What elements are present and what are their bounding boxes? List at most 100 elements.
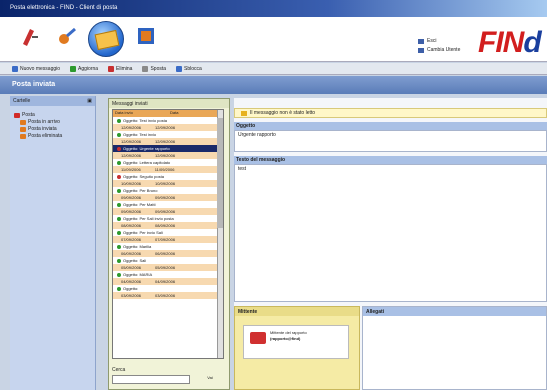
message-sent-date: 03/09/2006: [121, 293, 142, 298]
messages-header: Messaggi inviati: [109, 99, 229, 108]
message-subject: Oggetto:: [123, 286, 139, 291]
status-dot-icon: [117, 160, 121, 165]
status-dot-icon: [117, 174, 121, 179]
window-titlebar: Posta elettronica - FIND - Client di pos…: [0, 0, 547, 17]
tree-item-posta[interactable]: Posta: [14, 112, 91, 119]
film-icon[interactable]: [136, 25, 156, 47]
door-icon: [418, 39, 424, 44]
key-icon[interactable]: [55, 25, 79, 49]
folders-panel: Cartelle ▣ Posta Posta in arrivo Posta i…: [10, 96, 96, 390]
message-row[interactable]: Oggetto: Lettera capitolato: [113, 159, 223, 166]
menu-delete[interactable]: Elimina: [108, 65, 132, 72]
message-list[interactable]: Data invio Data Oggetto: Test invio post…: [112, 109, 224, 359]
message-date: 08/09/2006: [155, 223, 176, 228]
message-date-row[interactable]: 08/09/2006 08/09/2006: [113, 222, 223, 229]
tree-item-inbox[interactable]: Posta in arrivo: [14, 119, 91, 126]
body-field: test: [234, 164, 547, 302]
message-sent-date: 05/09/2006: [121, 265, 142, 270]
message-row[interactable]: Oggetto: Per Sali invio posta: [113, 215, 223, 222]
message-sent-date: 10/09/2006: [121, 181, 142, 186]
message-date-row[interactable]: 12/09/2006 12/09/2006: [113, 124, 223, 131]
message-date: 12/09/2006: [155, 125, 176, 130]
search-input[interactable]: [112, 375, 190, 384]
menu-new-message[interactable]: Nuovo messaggio: [12, 65, 60, 72]
list-scrollbar[interactable]: [217, 110, 223, 358]
status-dot-icon: [117, 244, 121, 249]
message-row[interactable]: Oggetto: Per invio Sali: [113, 229, 223, 236]
body-label: Testo del messaggio: [234, 156, 547, 164]
logout-link[interactable]: Esci: [418, 37, 460, 46]
message-date: 05/09/2006: [155, 265, 176, 270]
message-date: 11/09/2006: [154, 167, 175, 172]
message-date-row[interactable]: 09/09/2006 09/09/2006: [113, 208, 223, 215]
message-date: 10/09/2006: [155, 181, 176, 186]
message-date: 03/09/2006: [155, 293, 176, 298]
menu-unlock[interactable]: Sblocca: [176, 65, 202, 72]
message-date-row[interactable]: 12/09/2006 12/09/2006: [113, 138, 223, 145]
sender-panel: Mittente Mittente del rapporto (rapporto…: [234, 306, 360, 390]
delete-icon: [108, 65, 115, 72]
message-date-row[interactable]: 11/09/2006 11/09/2006: [113, 166, 223, 173]
message-date: 06/09/2006: [155, 251, 176, 256]
sender-label: Mittente: [235, 307, 359, 316]
folder-tree: Posta Posta in arrivo Posta inviata Post…: [10, 106, 95, 146]
folder-icon: [14, 113, 20, 118]
info-bar: Il messaggio non è stato letto: [234, 108, 547, 118]
message-row[interactable]: Oggetto: Per Bruno: [113, 187, 223, 194]
menu-refresh[interactable]: Aggiorna: [70, 65, 98, 72]
tree-item-sent[interactable]: Posta inviata: [14, 126, 91, 133]
compose-icon[interactable]: [20, 25, 42, 47]
message-date-row[interactable]: 12/09/2006 12/09/2006: [113, 152, 223, 159]
message-date: 12/09/2006: [155, 139, 176, 144]
message-sent-date: 11/09/2006: [121, 167, 141, 172]
status-dot-icon: [117, 286, 121, 291]
status-dot-icon: [117, 202, 121, 207]
message-row[interactable]: Oggetto: MARIA: [113, 271, 223, 278]
page-title: Posta inviata: [0, 76, 547, 94]
message-subject: Oggetto: Test invio posta: [123, 118, 167, 123]
message-row[interactable]: Oggetto: Urgente rapporto: [113, 145, 223, 152]
unlock-icon: [176, 65, 183, 72]
message-subject: Oggetto: Test invio: [123, 132, 157, 137]
message-sent-date: 12/09/2006: [121, 125, 142, 130]
message-date-row[interactable]: 03/09/2006 03/09/2006: [113, 292, 223, 299]
globe-mail-icon[interactable]: [88, 21, 124, 57]
message-date-row[interactable]: 06/09/2006 06/09/2006: [113, 250, 223, 257]
message-subject: Oggetto: Sali: [123, 258, 147, 263]
menu-move[interactable]: Sposta: [142, 65, 166, 72]
message-date: 04/09/2006: [155, 279, 176, 284]
status-dot-icon: [117, 230, 121, 235]
message-detail: Il messaggio non è stato letto Oggetto U…: [234, 98, 547, 390]
message-row[interactable]: Oggetto: Marilia: [113, 243, 223, 250]
message-date-row[interactable]: 04/09/2006 04/09/2006: [113, 278, 223, 285]
message-row[interactable]: Oggetto: Per Matti: [113, 201, 223, 208]
message-row[interactable]: Oggetto: Sali: [113, 257, 223, 264]
col-date[interactable]: Data: [168, 110, 223, 117]
switch-user-link[interactable]: Cambia Utente: [418, 46, 460, 55]
status-dot-icon: [117, 188, 121, 193]
message-date-row[interactable]: 09/09/2006 09/09/2006: [113, 194, 223, 201]
status-dot-icon: [117, 258, 121, 263]
tree-item-deleted[interactable]: Posta eliminata: [14, 133, 91, 140]
message-date-row[interactable]: 07/09/2006 07/09/2006: [113, 236, 223, 243]
message-date-row[interactable]: 05/09/2006 05/09/2006: [113, 264, 223, 271]
mail-icon: [250, 332, 266, 344]
window-title: Posta elettronica - FIND - Client di pos…: [10, 5, 118, 11]
message-row[interactable]: Oggetto: Seguito posta: [113, 173, 223, 180]
message-date-row[interactable]: 10/09/2006 10/09/2006: [113, 180, 223, 187]
message-row[interactable]: Oggetto:: [113, 285, 223, 292]
scroll-thumb[interactable]: [217, 118, 223, 228]
message-subject: Oggetto: Urgente rapporto: [123, 146, 170, 151]
message-row[interactable]: Oggetto: Test invio: [113, 131, 223, 138]
col-sent-date[interactable]: Data invio: [113, 110, 168, 117]
search-button[interactable]: Vai: [204, 375, 216, 384]
message-row[interactable]: Oggetto: Test invio posta: [113, 117, 223, 124]
message-subject: Oggetto: Per Sali invio posta: [123, 216, 174, 221]
message-sent-date: 12/09/2006: [121, 139, 142, 144]
message-sent-date: 06/09/2006: [121, 251, 142, 256]
status-dot-icon: [117, 132, 121, 137]
collapse-icon[interactable]: ▣: [87, 98, 92, 104]
status-dot-icon: [117, 272, 121, 277]
message-sent-date: 04/09/2006: [121, 279, 142, 284]
message-subject: Oggetto: Per Matti: [123, 202, 156, 207]
